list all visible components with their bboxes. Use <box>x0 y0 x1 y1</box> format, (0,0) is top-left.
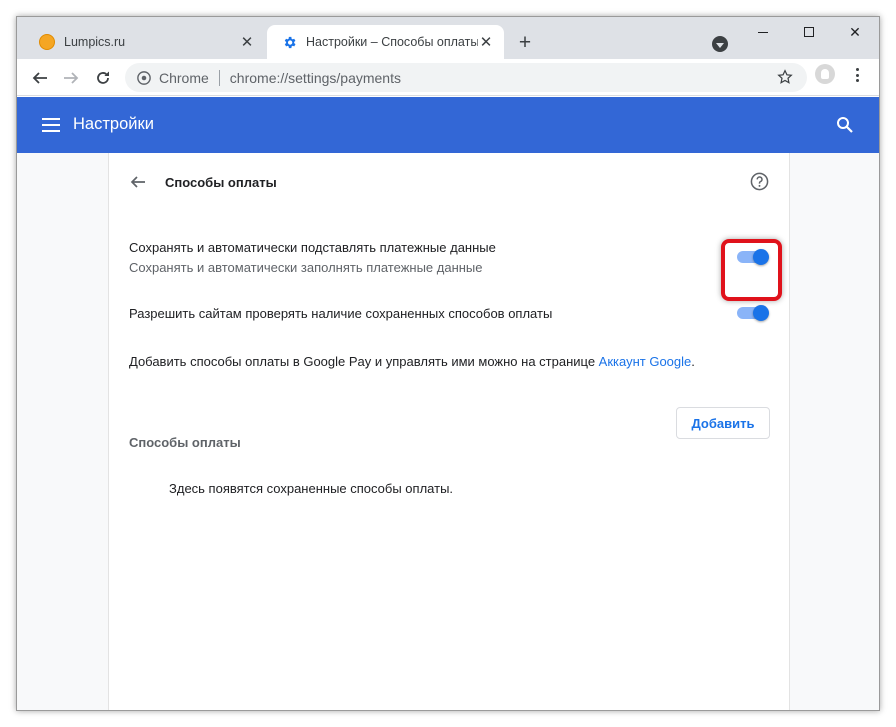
omnibox-site-label: Chrome <box>159 69 209 86</box>
tab-title: Настройки – Способы оплаты <box>306 35 478 49</box>
back-button[interactable] <box>27 65 53 91</box>
chrome-icon <box>137 70 151 85</box>
empty-state-text: Здесь появятся сохраненные способы оплат… <box>169 481 454 496</box>
avatar[interactable] <box>815 64 835 84</box>
browser-window: Lumpics.ru ✕ Настройки – Способы оплаты … <box>16 16 880 711</box>
omnibox[interactable]: Chrome chrome://settings/payments <box>125 63 807 92</box>
reload-button[interactable] <box>90 65 116 91</box>
gear-icon <box>281 34 297 50</box>
maximize-button[interactable] <box>789 21 829 43</box>
google-account-link[interactable]: Аккаунт Google <box>599 354 692 369</box>
highlight-box <box>721 239 782 301</box>
settings-header: Настройки <box>17 97 879 153</box>
toolbar: Chrome chrome://settings/payments <box>17 59 879 96</box>
help-icon[interactable] <box>750 172 769 191</box>
save-autofill-sublabel: Сохранять и автоматически заполнять плат… <box>129 260 483 275</box>
star-icon[interactable] <box>777 69 793 85</box>
close-icon[interactable]: ✕ <box>478 34 494 51</box>
arrow-right-icon <box>64 72 79 84</box>
google-pay-text: Добавить способы оплаты в Google Pay и у… <box>129 354 695 369</box>
hamburger-icon[interactable] <box>42 118 60 132</box>
forward-button[interactable] <box>58 65 84 91</box>
settings-card: Способы оплаты Сохранять и автоматически… <box>108 153 790 710</box>
reload-icon <box>97 71 109 84</box>
minimize-button[interactable] <box>743 21 783 43</box>
arrow-left-icon <box>32 72 47 84</box>
menu-icon[interactable] <box>851 66 863 84</box>
tab-search-icon[interactable] <box>712 36 728 52</box>
tab-lumpics[interactable]: Lumpics.ru ✕ <box>25 25 265 59</box>
google-pay-suffix: . <box>691 354 695 369</box>
omnibox-divider <box>218 69 220 86</box>
add-payment-button[interactable]: Добавить <box>676 407 770 439</box>
arrow-left-icon[interactable] <box>129 173 147 191</box>
close-window-button[interactable]: ✕ <box>835 21 875 43</box>
tab-title: Lumpics.ru <box>64 35 126 49</box>
payment-methods-title: Способы оплаты <box>129 435 241 450</box>
omnibox-url: chrome://settings/payments <box>229 69 401 86</box>
search-icon[interactable] <box>836 116 854 134</box>
subpage-title: Способы оплаты <box>165 175 277 190</box>
orange-circle-icon <box>39 34 55 50</box>
new-tab-button[interactable]: + <box>514 32 536 55</box>
toggle-knob <box>753 305 769 321</box>
google-pay-description: Добавить способы оплаты в Google Pay и у… <box>129 354 599 369</box>
save-autofill-label: Сохранять и автоматически подставлять пл… <box>129 240 496 255</box>
page-title: Настройки <box>73 115 154 133</box>
allow-check-label: Разрешить сайтам проверять наличие сохра… <box>129 306 553 321</box>
allow-check-toggle[interactable] <box>737 305 769 321</box>
close-icon[interactable]: ✕ <box>239 34 255 51</box>
tab-settings[interactable]: Настройки – Способы оплаты ✕ <box>267 25 504 59</box>
tab-strip: Lumpics.ru ✕ Настройки – Способы оплаты … <box>17 17 879 59</box>
